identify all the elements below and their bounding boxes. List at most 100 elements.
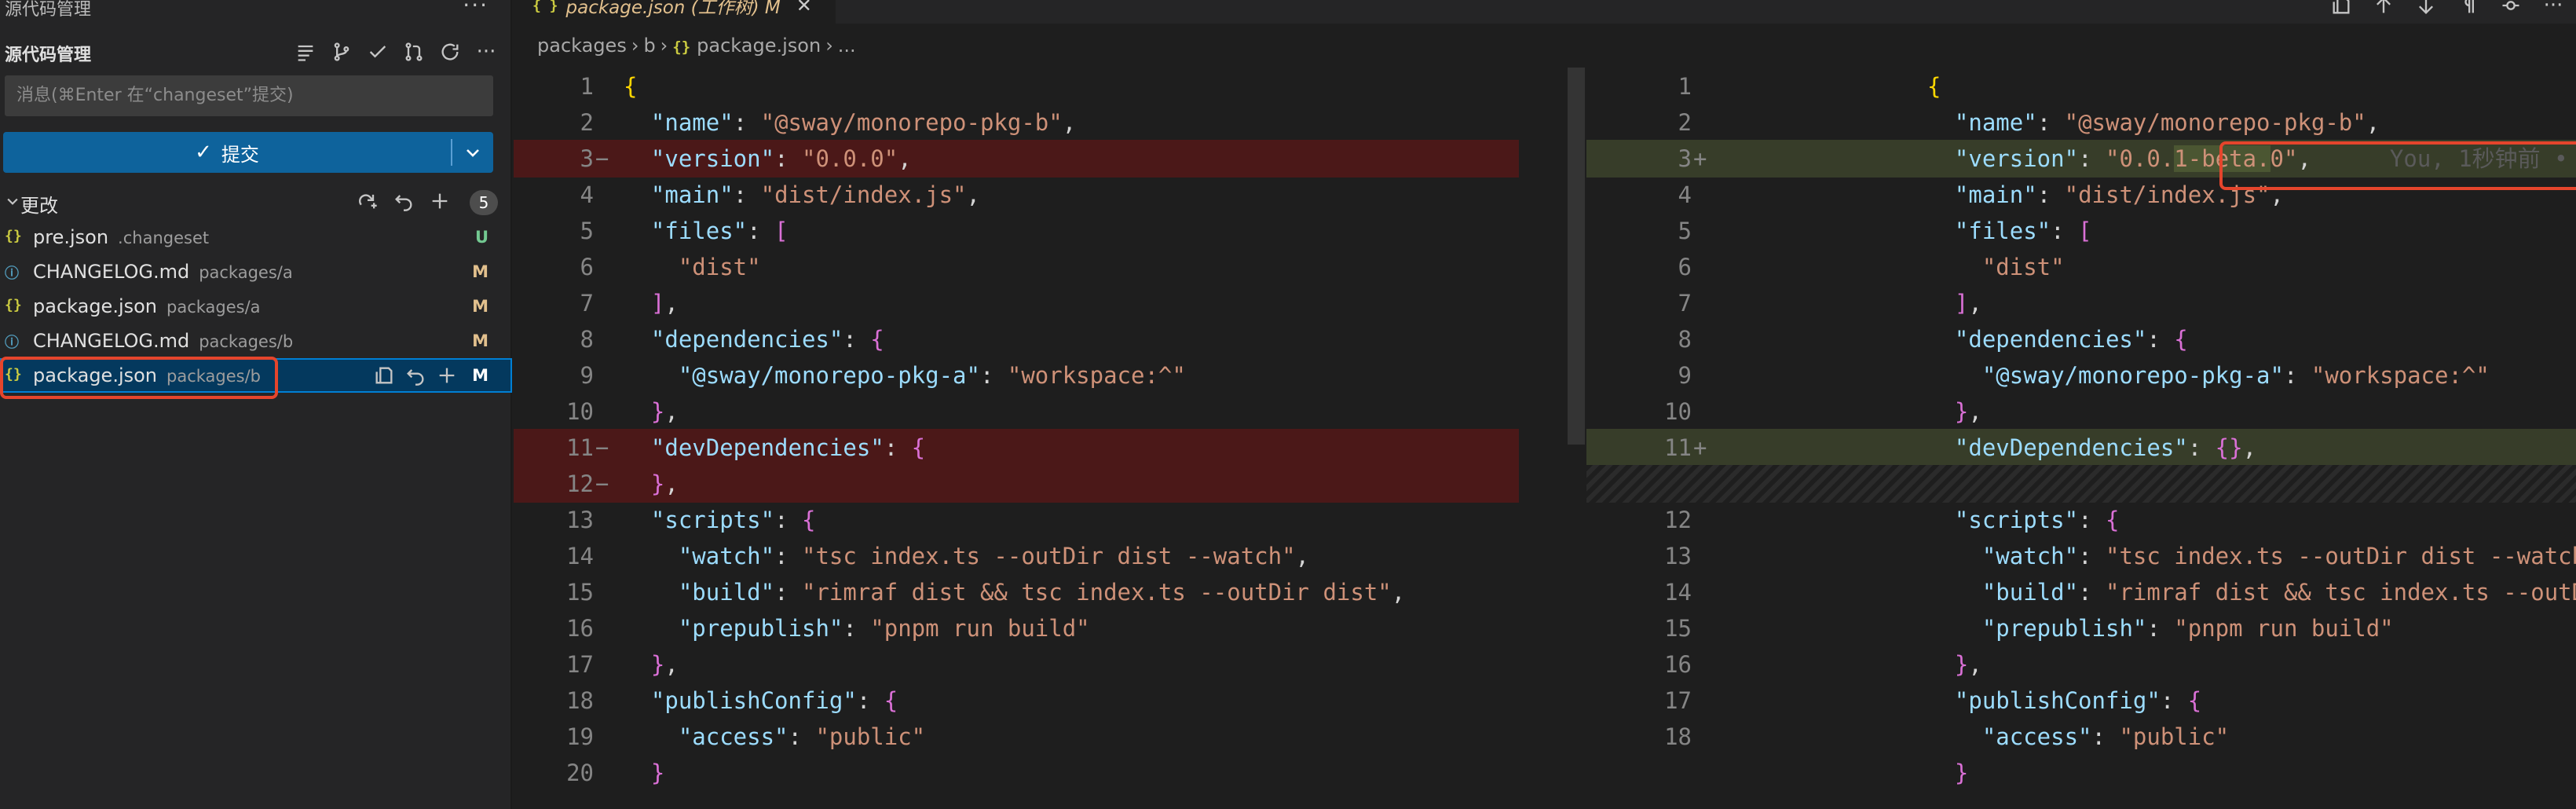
code-text: "main": "dist/index.js", [1927,176,2284,214]
more-actions-icon[interactable]: ··· [2538,0,2568,17]
code-line[interactable]: 13 "watch": "tsc index.ts --outDir dist … [1586,537,2576,575]
stash-icon[interactable] [352,187,383,215]
breadcrumb-item[interactable]: package.json [697,35,821,57]
list-item[interactable]: {} package.json packages/a M [0,289,512,324]
code-token: : [856,687,884,714]
changes-group-header[interactable]: 更改 5 [0,185,512,220]
commit-main-action[interactable]: ✓ 提交 [3,132,451,173]
arrow-up-icon[interactable] [2369,0,2399,17]
markdown-icon: ⓘ [5,335,19,351]
discard-all-icon[interactable] [388,187,419,215]
code-line[interactable]: } [1586,754,2576,792]
list-item[interactable]: ⓘ CHANGELOG.md packages/b M [0,324,512,358]
code-line[interactable]: 5 "files": [ [514,212,1586,250]
code-token: { [2187,687,2202,714]
file-status: M [472,297,488,316]
breadcrumb-item[interactable]: packages [537,35,627,57]
code-line[interactable]: 2 "name": "@sway/monorepo-pkg-b", [1586,104,2576,141]
revert-icon[interactable] [2496,0,2526,17]
open-file-icon[interactable] [369,361,399,390]
code-token: "files" [1954,218,2051,244]
tab-package-json[interactable]: { } package.json (工作树) M ✕ [514,0,836,24]
code-line[interactable]: 4 "main": "dist/index.js", [1586,176,2576,214]
code-line[interactable]: 10 }, [1586,393,2576,430]
code-line[interactable]: 11 + "devDependencies": {}, [1586,429,2576,467]
commit-check-icon[interactable] [361,38,394,66]
code-line[interactable]: 20 } [514,754,1586,792]
code-line[interactable]: 9 "@sway/monorepo-pkg-a": "workspace:^" [514,357,1586,394]
list-item-selected[interactable]: {} package.json packages/b M [0,358,512,393]
commit-message-input[interactable]: 消息(⌘Enter 在“changeset”提交) [5,75,493,116]
code-token: : [774,543,802,569]
code-line[interactable]: 3 + "version": "0.0.1-beta.0", You, 1秒钟前 •… [1586,140,2576,178]
code-line[interactable]: 15 "build": "rimraf dist && tsc index.ts… [514,573,1586,611]
code-line[interactable]: 8 "dependencies": { [1586,320,2576,358]
chevron-down-icon[interactable] [5,193,20,209]
code-line[interactable]: 2 "name": "@sway/monorepo-pkg-b", [514,104,1586,141]
breadcrumb-item[interactable]: ... [838,35,856,57]
code-line[interactable]: 7 ], [514,284,1586,322]
arrow-down-icon[interactable] [2411,0,2441,17]
code-line[interactable]: 13 "scripts": { [514,501,1586,539]
branch-graph-icon[interactable] [325,38,358,66]
code-line[interactable]: 9 "@sway/monorepo-pkg-a": "workspace:^" [1586,357,2576,394]
code-line[interactable]: 19 "access": "public" [514,718,1586,756]
code-line[interactable]: 16 }, [1586,646,2576,683]
close-icon[interactable]: ✕ [796,0,812,16]
line-number: 15 [1664,615,1692,642]
code-token: "public" [815,723,926,750]
code-line[interactable]: 7 ], [1586,284,2576,322]
list-item[interactable]: ⓘ CHANGELOG.md packages/a M [0,254,512,289]
more-actions-icon[interactable]: ··· [470,38,503,66]
code-line[interactable]: 3− "version": "0.0.0",→ [514,140,1628,178]
code-line[interactable]: 14 "watch": "tsc index.ts --outDir dist … [514,537,1586,575]
code-line[interactable]: 14 "build": "rimraf dist && tsc index.ts… [1586,573,2576,611]
code-line[interactable]: 12 "scripts": { [1586,501,2576,539]
diff-pane-modified[interactable]: 1{2 "name": "@sway/monorepo-pkg-b", 3 + "v… [1586,68,2576,809]
stage-changes-icon[interactable] [432,361,462,390]
code-line[interactable]: 12− }, [514,465,1519,503]
more-icon[interactable]: ··· [463,0,488,18]
code-token: , [898,145,912,172]
code-line[interactable]: 5 "files": [ [1586,212,2576,250]
discard-changes-icon[interactable] [401,361,430,390]
commit-dropdown-button[interactable] [452,132,493,173]
code-line[interactable]: 17 "publishConfig": { [1586,682,2576,719]
changed-files-list: {} pre.json .changeset U ⓘ CHANGELOG.md pa… [0,220,512,393]
code-line[interactable]: 11− "devDependencies": {→ [514,429,1628,467]
code-line[interactable]: 6 "dist" [514,248,1586,286]
changes-actions [352,187,456,215]
code-line[interactable]: 15 "prepublish": "pnpm run build" [1586,609,2576,647]
pilcrow-icon[interactable] [2453,0,2483,17]
code-line[interactable] [1586,465,2576,503]
open-file-icon[interactable] [2326,0,2356,17]
scrollbar-original[interactable] [1568,68,1585,445]
code-token: "@sway/monorepo-pkg-b" [760,109,1063,136]
code-line[interactable]: 17 }, [514,646,1586,683]
code-token: : [774,579,802,606]
code-line[interactable]: 8 "dependencies": { [514,320,1586,358]
code-line[interactable]: 1{ [514,68,1586,105]
list-item[interactable]: {} pre.json .changeset U [0,220,512,254]
breadcrumb-item[interactable]: b [643,35,655,57]
diff-pane-original[interactable]: 1{2 "name": "@sway/monorepo-pkg-b", 3− "v… [514,68,1628,809]
code-line[interactable]: 18 "publishConfig": { [514,682,1586,719]
code-token: "0.0. [2105,145,2175,172]
code-line[interactable]: 4 "main": "dist/index.js", [514,176,1586,214]
code-line[interactable]: 1{ [1586,68,2576,105]
commit-button[interactable]: ✓ 提交 [3,132,493,173]
code-text: "prepublish": "pnpm run build" [624,609,1090,647]
refresh-icon[interactable] [434,38,467,66]
view-as-list-icon[interactable] [289,38,322,66]
code-line[interactable]: 16 "prepublish": "pnpm run build" [514,609,1586,647]
pull-request-icon[interactable] [397,38,430,66]
stage-all-icon[interactable] [424,187,456,215]
code-line[interactable]: 10 }, [514,393,1586,430]
code-line[interactable]: 6 "dist" [1586,248,2576,286]
code-line[interactable]: 18 "access": "public" [1586,718,2576,756]
code-token: "rimraf dist && tsc index.ts --outDir di… [801,579,1392,606]
